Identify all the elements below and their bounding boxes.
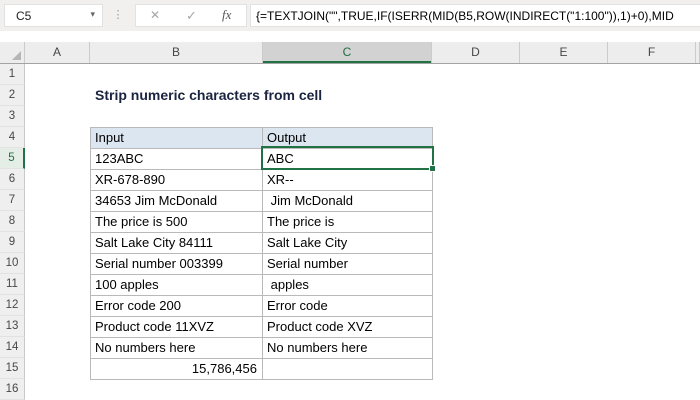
row-header-13[interactable]: 13: [0, 316, 25, 337]
excel-window: C5 ▾ ⋮ ✕ ✓ fx {=TEXTJOIN("",TRUE,IF(ISER…: [0, 0, 700, 400]
input-cell[interactable]: 34653 Jim McDonald: [91, 191, 263, 212]
table-header-cell[interactable]: Output: [263, 128, 433, 149]
table-row: Error code 200 Error code: [91, 296, 433, 317]
column-header-a[interactable]: A: [25, 42, 90, 63]
formula-input[interactable]: {=TEXTJOIN("",TRUE,IF(ISERR(MID(B5,ROW(I…: [250, 4, 700, 27]
name-box-value: C5: [16, 9, 32, 23]
input-cell[interactable]: Error code 200: [91, 296, 263, 317]
output-cell[interactable]: [263, 359, 433, 380]
output-cell[interactable]: Error code: [263, 296, 433, 317]
column-header-f[interactable]: F: [608, 42, 696, 63]
table-row: 123ABC ABC: [91, 149, 433, 170]
table-header-row: Input Output: [91, 128, 433, 149]
fill-handle[interactable]: [429, 165, 436, 172]
output-cell[interactable]: The price is: [263, 212, 433, 233]
input-cell[interactable]: Serial number 003399: [91, 254, 263, 275]
column-header-b[interactable]: B: [90, 42, 263, 63]
insert-function-icon[interactable]: fx: [222, 7, 231, 23]
enter-icon[interactable]: ✓: [186, 8, 197, 24]
table-row: Serial number 003399 Serial number: [91, 254, 433, 275]
input-cell[interactable]: XR-678-890: [91, 170, 263, 191]
row-header-5[interactable]: 5: [0, 148, 25, 169]
input-cell[interactable]: The price is 500: [91, 212, 263, 233]
input-cell[interactable]: 123ABC: [91, 149, 263, 170]
column-header-c[interactable]: C: [263, 42, 432, 63]
output-cell[interactable]: Salt Lake City: [263, 233, 433, 254]
input-cell[interactable]: 15,786,456: [91, 359, 263, 380]
table-row: 15,786,456: [91, 359, 433, 380]
table-row: Product code 11XVZ Product code XVZ: [91, 317, 433, 338]
row-header-2[interactable]: 2: [0, 85, 25, 106]
output-cell[interactable]: No numbers here: [263, 338, 433, 359]
column-header-partial[interactable]: [696, 42, 700, 63]
chevron-down-icon[interactable]: ▾: [90, 9, 95, 20]
data-table: Input Output 123ABC ABC XR-678-890 XR-- 34653 …: [90, 127, 433, 380]
row-header-8[interactable]: 8: [0, 211, 25, 232]
row-header-6[interactable]: 6: [0, 169, 25, 190]
column-headers: ABCDEF: [0, 42, 700, 64]
select-all-icon: [12, 51, 21, 60]
row-header-11[interactable]: 11: [0, 274, 25, 295]
formula-text: {=TEXTJOIN("",TRUE,IF(ISERR(MID(B5,ROW(I…: [256, 9, 674, 23]
row-header-12[interactable]: 12: [0, 295, 25, 316]
name-box[interactable]: C5 ▾: [4, 4, 103, 27]
output-cell[interactable]: Serial number: [263, 254, 433, 275]
row-header-3[interactable]: 3: [0, 106, 25, 127]
table-row: 100 apples apples: [91, 275, 433, 296]
formula-bar: C5 ▾ ⋮ ✕ ✓ fx {=TEXTJOIN("",TRUE,IF(ISER…: [0, 0, 700, 31]
table-header-cell[interactable]: Input: [91, 128, 263, 149]
table-row: No numbers here No numbers here: [91, 338, 433, 359]
input-cell[interactable]: Salt Lake City 84111: [91, 233, 263, 254]
cancel-icon[interactable]: ✕: [150, 8, 160, 22]
table-row: XR-678-890 XR--: [91, 170, 433, 191]
row-header-10[interactable]: 10: [0, 253, 25, 274]
output-cell[interactable]: Product code XVZ: [263, 317, 433, 338]
output-cell[interactable]: ABC: [263, 149, 433, 170]
table-row: Salt Lake City 84111 Salt Lake City: [91, 233, 433, 254]
row-header-9[interactable]: 9: [0, 232, 25, 253]
column-header-e[interactable]: E: [520, 42, 608, 63]
row-header-16[interactable]: 16: [0, 379, 25, 400]
output-cell[interactable]: apples: [263, 275, 433, 296]
row-header-14[interactable]: 14: [0, 337, 25, 358]
column-header-d[interactable]: D: [432, 42, 520, 63]
table-row: 34653 Jim McDonald Jim McDonald: [91, 191, 433, 212]
ellipsis-separator-icon: ⋮: [112, 9, 124, 21]
output-cell[interactable]: Jim McDonald: [263, 191, 433, 212]
row-header-4[interactable]: 4: [0, 127, 25, 148]
row-header-7[interactable]: 7: [0, 190, 25, 211]
formula-buttons: ✕ ✓ fx: [135, 4, 247, 27]
select-all-corner[interactable]: [0, 42, 25, 63]
row-header-1[interactable]: 1: [0, 64, 25, 85]
input-cell[interactable]: Product code 11XVZ: [91, 317, 263, 338]
input-cell[interactable]: No numbers here: [91, 338, 263, 359]
output-cell[interactable]: XR--: [263, 170, 433, 191]
row-header-15[interactable]: 15: [0, 358, 25, 379]
worksheet-title[interactable]: Strip numeric characters from cell: [95, 87, 322, 103]
input-cell[interactable]: 100 apples: [91, 275, 263, 296]
table-row: The price is 500 The price is: [91, 212, 433, 233]
row-headers: 1 2 3 4 5 6 7 8 9 10 11 12 13 14 15 16: [0, 64, 25, 400]
